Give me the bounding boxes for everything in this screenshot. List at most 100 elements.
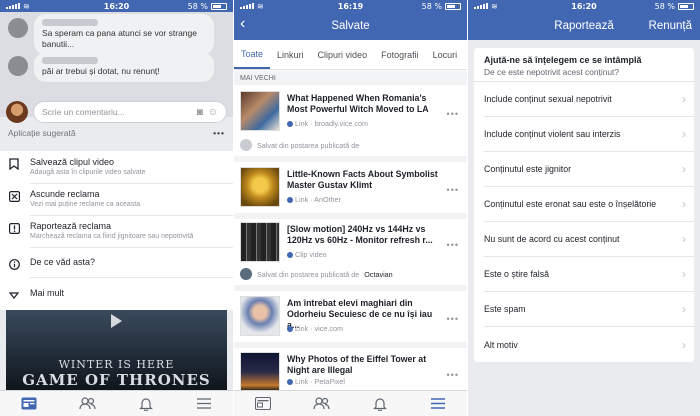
alert-box-icon: [8, 222, 20, 234]
friends-icon[interactable]: [312, 396, 330, 412]
signal-icon: [240, 3, 254, 9]
battery-icon: [445, 2, 461, 10]
comments-area: Sa speram ca pana atunci se vor strange …: [0, 12, 233, 123]
report-option[interactable]: Conținutul este jignitor ›: [484, 152, 694, 187]
cancel-button[interactable]: Renunță: [649, 20, 692, 32]
saved-item-source: Link · AnOther: [295, 195, 341, 204]
tab-photos[interactable]: Fotografii: [374, 40, 426, 69]
avatar: [8, 18, 28, 38]
video-line-1: WINTER IS HERE: [58, 358, 175, 371]
saved-item-meta: Link · AnOther: [287, 195, 341, 204]
chevron-right-icon: ›: [682, 337, 686, 352]
chevron-right-icon: ›: [682, 267, 686, 281]
wifi-icon: ≋: [491, 1, 498, 11]
menu-item-title: De ce văd asta?: [30, 257, 96, 267]
comment-author-redacted: [42, 57, 98, 64]
notifications-bell-icon[interactable]: [371, 396, 389, 412]
report-option[interactable]: Conținutul este eronat sau este o înșelă…: [484, 187, 694, 222]
saved-from-text: Salvat din postarea publicată de: [257, 269, 360, 279]
battery-percent: 58 %: [421, 1, 442, 11]
report-option-label: Include conținut violent sau interzis: [484, 129, 621, 139]
bookmark-icon: [8, 158, 20, 170]
report-option[interactable]: Este o știre falsă ›: [484, 257, 694, 292]
saved-item-meta: Link · broadly.vice.com: [287, 119, 368, 128]
friends-icon[interactable]: [78, 396, 96, 412]
more-options-icon[interactable]: •••: [447, 240, 459, 250]
report-card: Ajută-ne să înțelegem ce se întâmplă De …: [474, 48, 694, 362]
thumbnail-image: [240, 167, 280, 207]
news-feed-icon[interactable]: [20, 396, 38, 412]
saved-item[interactable]: [Slow motion] 240Hz vs 144Hz vs 120Hz vs…: [234, 222, 467, 270]
more-options-icon[interactable]: •••: [213, 128, 225, 138]
nav-bar: ‹ Salvate: [234, 12, 467, 40]
right-screen: ≋ 16:20 58 % Raportează Renunță Ajută-ne…: [468, 0, 700, 416]
saved-item[interactable]: What Happened When Romania's Most Powerf…: [234, 91, 467, 139]
status-bar: ≋ 16:19 58 %: [234, 0, 467, 12]
saved-item-meta: Clip video: [287, 250, 327, 259]
middle-screen: ≋ 16:19 58 % ‹ Salvate Toate Linkuri Cli…: [234, 0, 467, 416]
thumbnail-image: [240, 91, 280, 131]
report-option[interactable]: Este spam ›: [484, 292, 694, 327]
status-bar: ≋ 16:20 58 %: [0, 0, 233, 12]
divider: [234, 342, 467, 348]
report-option[interactable]: Nu sunt de acord cu acest conținut ›: [484, 222, 694, 257]
saved-item[interactable]: Why Photos of the Eiffel Tower at Night …: [234, 352, 467, 392]
comment-bubble[interactable]: păi ar trebui și dotat, nu renunț!: [34, 52, 214, 82]
comment-composer: Scrie un comentariu... ◙ ☺: [0, 98, 233, 126]
comment-bubble[interactable]: Sa speram ca pana atunci se vor strange …: [34, 14, 214, 55]
ad-options-menu: Salvează clipul video Adaugă asta în clip…: [0, 151, 233, 310]
more-options-icon[interactable]: •••: [447, 185, 459, 195]
hamburger-menu-icon[interactable]: [195, 396, 213, 412]
saved-item[interactable]: Am întrebat elevi maghiari din Odorheiu …: [234, 296, 467, 344]
battery-percent: 58 %: [654, 1, 675, 11]
menu-item-more[interactable]: Mai mult: [0, 288, 233, 301]
link-globe-icon: [287, 378, 293, 385]
divider: [234, 156, 467, 162]
news-feed-icon[interactable]: [254, 396, 272, 412]
section-header: MAI VECHI: [234, 71, 467, 85]
saved-item-title: What Happened When Romania's Most Powerf…: [287, 93, 429, 114]
more-options-icon[interactable]: •••: [447, 109, 459, 119]
menu-item-title: Raportează reclama: [30, 221, 112, 231]
report-option-label: Alt motiv: [484, 339, 518, 350]
hamburger-menu-icon[interactable]: [429, 396, 447, 412]
chevron-right-icon: ›: [682, 162, 686, 176]
report-option[interactable]: Include conținut violent sau interzis ›: [484, 117, 694, 152]
report-option[interactable]: Include conținut sexual nepotrivit ›: [484, 82, 694, 117]
suggested-label: Aplicație sugerată: [8, 128, 76, 138]
saved-from-text: Salvat din postarea publicată de: [257, 140, 360, 150]
menu-item-report-ad[interactable]: Raportează reclama Marchează reclama ca f…: [0, 221, 233, 241]
chevron-right-icon: ›: [682, 302, 686, 316]
notifications-bell-icon[interactable]: [137, 396, 155, 412]
menu-item-why-this[interactable]: De ce văd asta?: [0, 257, 233, 270]
avatar: [240, 139, 252, 151]
video-thumbnail[interactable]: WINTER IS HERE GAME OF THRONES: [6, 310, 227, 390]
divider: [30, 247, 233, 248]
comment-input[interactable]: Scrie un comentariu... ◙ ☺: [33, 101, 227, 123]
back-chevron-icon[interactable]: ‹: [240, 15, 245, 33]
tab-places[interactable]: Locuri: [426, 40, 465, 69]
saved-from-row: Salvat din postarea publicată de Octavia…: [240, 266, 461, 282]
emoji-icon[interactable]: ☺: [208, 107, 218, 118]
menu-item-subtitle: Marchează reclama ca fiind jignitoare sa…: [30, 233, 194, 240]
avatar: [240, 268, 252, 280]
more-options-icon[interactable]: •••: [447, 370, 459, 380]
comment-text: păi ar trebui și dotat, nu renunț!: [42, 66, 160, 76]
tab-all[interactable]: Toate: [234, 40, 271, 69]
saved-item[interactable]: Little-Known Facts About Symbolist Maste…: [234, 167, 467, 215]
tab-links[interactable]: Linkuri: [270, 40, 311, 69]
menu-item-save-video[interactable]: Salvează clipul video Adaugă asta în clip…: [0, 157, 233, 177]
status-bar: ≋ 16:20 58 %: [468, 0, 700, 12]
comment-author-redacted: [42, 19, 98, 26]
comment-text: Sa speram ca pana atunci se vor strange …: [42, 28, 197, 49]
wifi-icon: ≋: [257, 1, 264, 11]
menu-item-hide-ad[interactable]: Ascunde reclama Vezi mai puține reclame c…: [0, 189, 233, 209]
wifi-icon: ≋: [23, 1, 30, 11]
report-option[interactable]: Alt motiv ›: [484, 327, 694, 362]
signal-icon: [474, 3, 488, 9]
more-options-icon[interactable]: •••: [447, 314, 459, 324]
saved-item-source: Link · PetaPixel: [295, 377, 345, 386]
tab-videos[interactable]: Clipuri video: [311, 40, 375, 69]
camera-icon[interactable]: ◙: [197, 107, 203, 118]
bottom-tab-bar: [0, 390, 233, 416]
